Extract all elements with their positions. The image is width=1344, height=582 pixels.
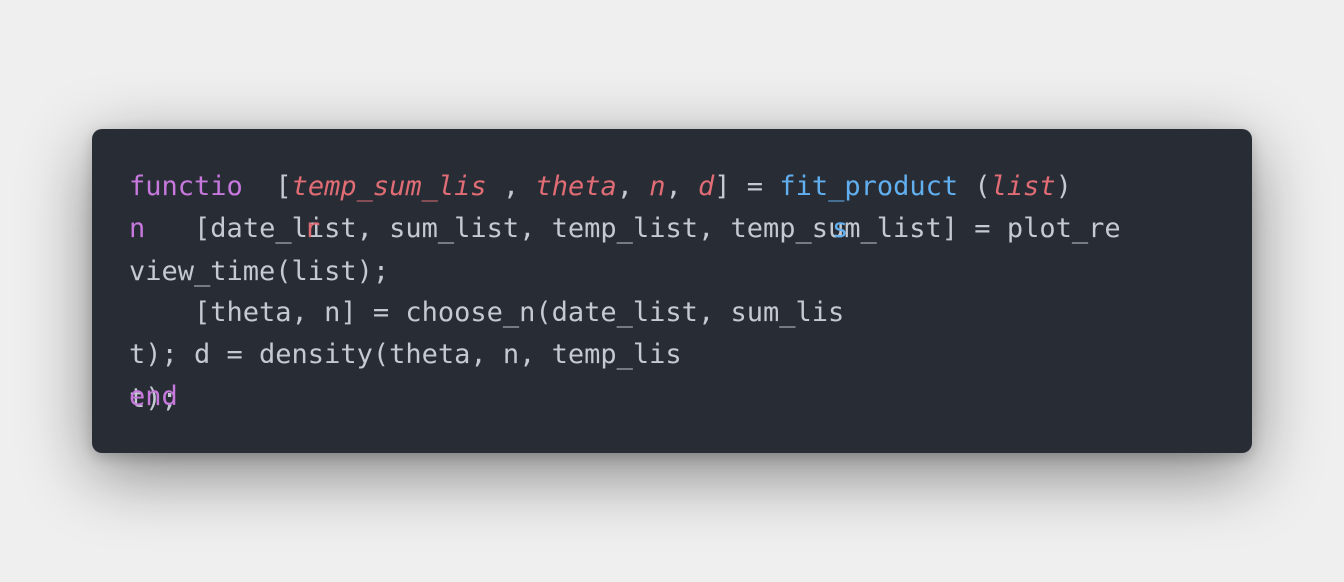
code-line-5: t); d = density(theta, n, temp_lis [129, 339, 682, 370]
output-theta: theta [535, 171, 617, 202]
plot-call-text: [date_list, sum_list, temp_list, temp_su… [194, 213, 1121, 244]
output-n: n [649, 171, 666, 202]
output-temp-sum-lis: temp_sum_lis [291, 171, 487, 202]
code-line-1: functio [temp_sum_lis , theta, n, d] = f… [129, 171, 1072, 202]
code-line-3: view_time(list); [129, 256, 390, 287]
function-keyword-tail: n [129, 213, 146, 244]
code-line-2: n [date_list, sum_list, temp_list, temp_… [129, 208, 1121, 250]
code-line-4: [theta, n] = choose_n(date_list, sum_lis [129, 297, 845, 328]
function-keyword: functio [129, 171, 243, 202]
argument-list: list [990, 171, 1056, 202]
stray-r-glyph: r [304, 213, 321, 244]
stray-s-glyph: s [832, 213, 849, 244]
output-d: d [698, 171, 715, 202]
function-name: fit_product [779, 171, 959, 202]
end-keyword: end [129, 381, 178, 412]
